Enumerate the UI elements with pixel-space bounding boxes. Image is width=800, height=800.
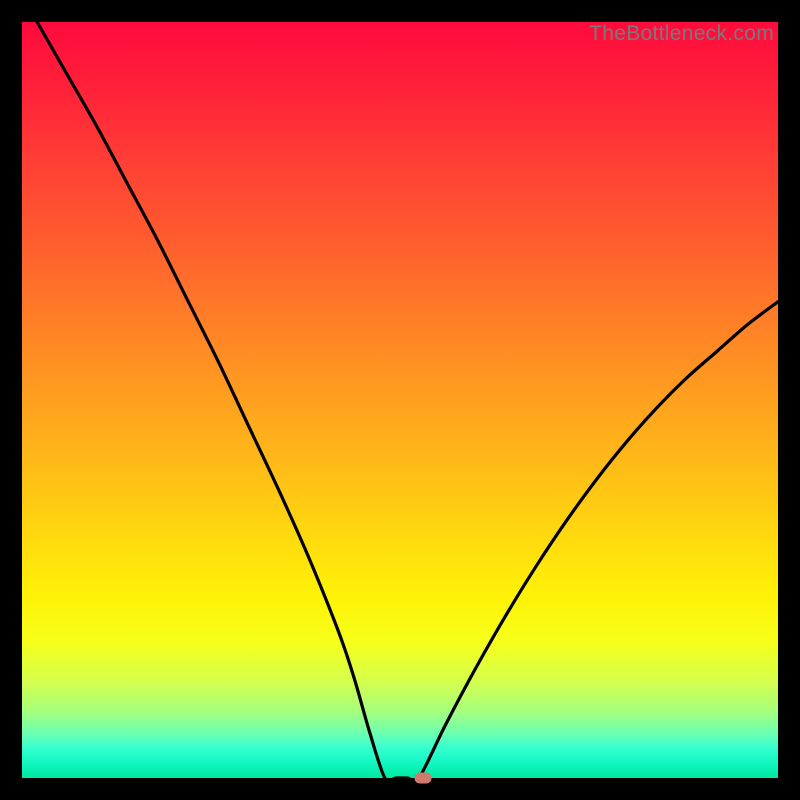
curve-path xyxy=(37,22,778,778)
chart-frame: TheBottleneck.com xyxy=(0,0,800,800)
watermark-label: TheBottleneck.com xyxy=(589,22,774,46)
bottleneck-curve xyxy=(22,22,778,778)
optimum-marker xyxy=(414,773,431,784)
plot-area: TheBottleneck.com xyxy=(22,22,778,778)
